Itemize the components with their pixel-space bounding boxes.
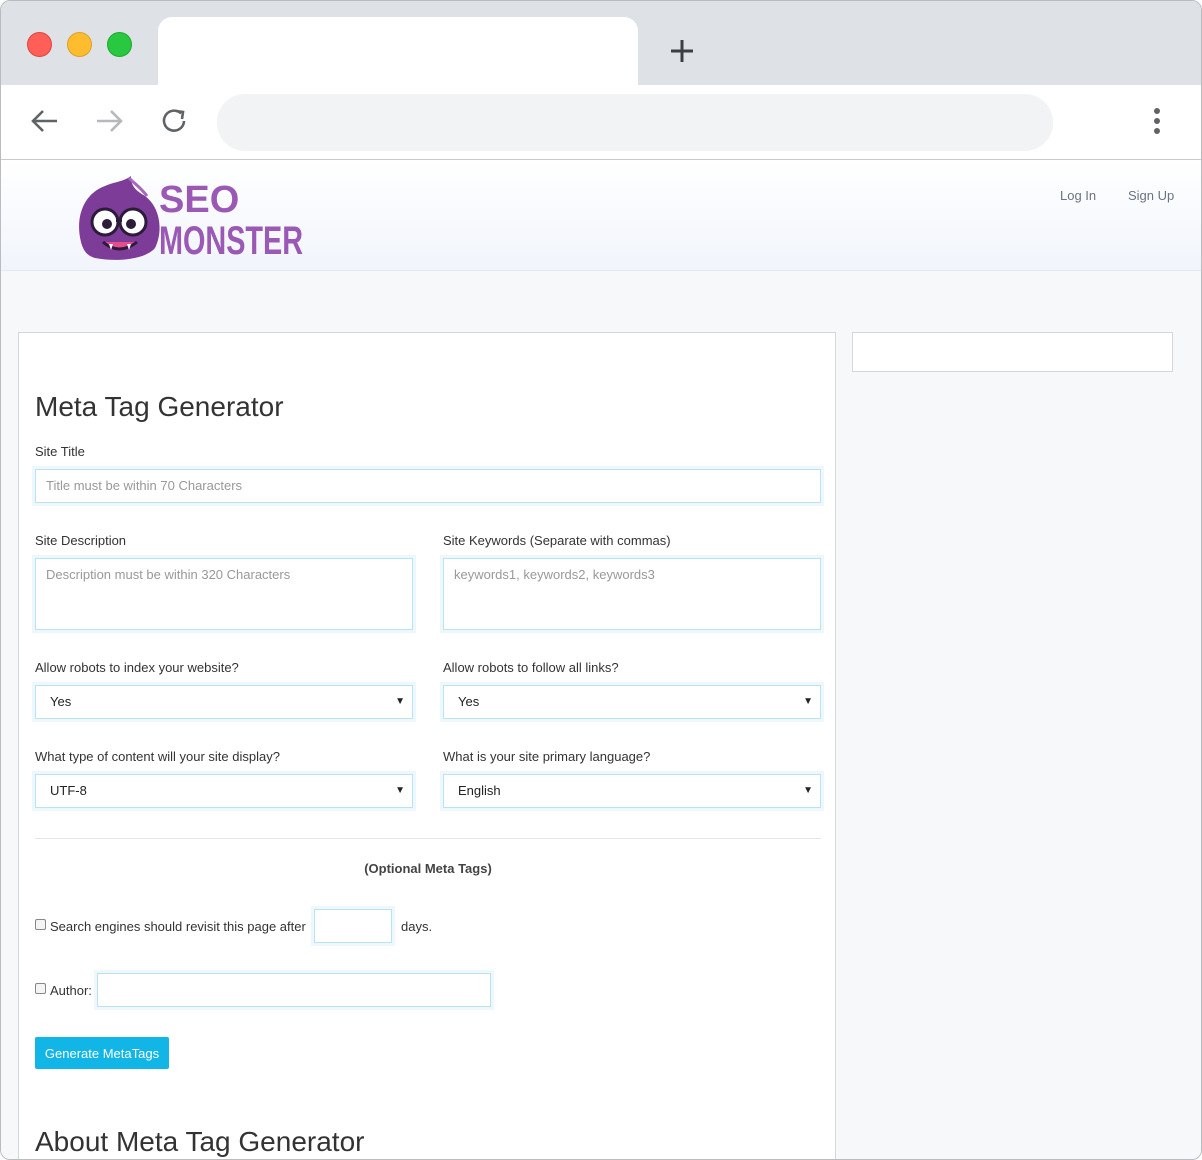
dropdown-caret-icon: ▼ — [395, 696, 405, 707]
content-type-select[interactable]: UTF-8 ▼ — [35, 774, 413, 808]
sidebar-widget — [852, 332, 1173, 372]
logo-text-monster: MONSTER — [159, 219, 303, 260]
generate-metatags-button[interactable]: Generate MetaTags — [35, 1037, 169, 1069]
site-description-label: Site Description — [35, 533, 127, 548]
dropdown-caret-icon: ▼ — [803, 785, 813, 796]
site-keywords-label: Site Keywords (Separate with commas) — [443, 533, 671, 548]
browser-window: SEO MONSTER Log In Sign Up Meta Tag Gene… — [0, 0, 1202, 1160]
login-link[interactable]: Log In — [1060, 188, 1096, 203]
index-robots-select[interactable]: Yes ▼ — [35, 685, 413, 719]
forward-arrow-icon[interactable] — [91, 103, 127, 139]
optional-meta-heading: (Optional Meta Tags) — [364, 861, 492, 876]
follow-links-value: Yes — [458, 694, 480, 709]
meta-tag-form-card: Meta Tag Generator Site Title Title must… — [18, 332, 836, 1159]
revisit-days-suffix: days. — [401, 919, 433, 934]
new-tab-icon[interactable] — [664, 33, 700, 69]
revisit-days-input[interactable] — [314, 909, 392, 943]
site-keywords-textarea[interactable]: keywords1, keywords2, keywords3 — [443, 558, 821, 630]
dropdown-caret-icon: ▼ — [395, 785, 405, 796]
site-header: SEO MONSTER Log In Sign Up — [1, 160, 1201, 271]
dropdown-caret-icon: ▼ — [803, 696, 813, 707]
revisit-label: Search engines should revisit this page … — [50, 919, 306, 934]
content-type-value: UTF-8 — [50, 783, 87, 798]
active-tab[interactable] — [158, 17, 638, 87]
about-heading: About Meta Tag Generator — [35, 1126, 365, 1157]
language-value: English — [458, 783, 501, 798]
index-robots-label: Allow robots to index your website? — [35, 660, 239, 675]
index-robots-value: Yes — [50, 694, 72, 709]
seo-monster-logo[interactable]: SEO MONSTER — [75, 170, 307, 260]
close-window-button[interactable] — [27, 32, 52, 57]
logo-text-seo: SEO — [159, 179, 239, 221]
web-page: SEO MONSTER Log In Sign Up Meta Tag Gene… — [1, 160, 1201, 1159]
revisit-checkbox[interactable] — [35, 919, 46, 930]
reload-icon[interactable] — [156, 103, 192, 139]
author-label: Author: — [50, 983, 92, 998]
maximize-window-button[interactable] — [107, 32, 132, 57]
signup-link[interactable]: Sign Up — [1128, 188, 1174, 203]
back-arrow-icon[interactable] — [27, 103, 63, 139]
site-title-input[interactable]: Title must be within 70 Characters — [35, 469, 821, 503]
follow-links-label: Allow robots to follow all links? — [443, 660, 619, 675]
language-label: What is your site primary language? — [443, 749, 651, 764]
author-checkbox[interactable] — [35, 983, 46, 994]
section-divider — [35, 838, 821, 839]
tab-strip — [1, 1, 1201, 87]
minimize-window-button[interactable] — [67, 32, 92, 57]
content-type-label: What type of content will your site disp… — [35, 749, 280, 764]
site-title-label: Site Title — [35, 444, 85, 459]
follow-links-select[interactable]: Yes ▼ — [443, 685, 821, 719]
browser-menu-icon[interactable] — [1141, 103, 1173, 139]
site-description-textarea[interactable]: Description must be within 320 Character… — [35, 558, 413, 630]
page-title: Meta Tag Generator — [35, 391, 284, 422]
language-select[interactable]: English ▼ — [443, 774, 821, 808]
browser-toolbar — [1, 85, 1201, 160]
address-bar[interactable] — [217, 94, 1053, 151]
author-input[interactable] — [97, 973, 491, 1007]
